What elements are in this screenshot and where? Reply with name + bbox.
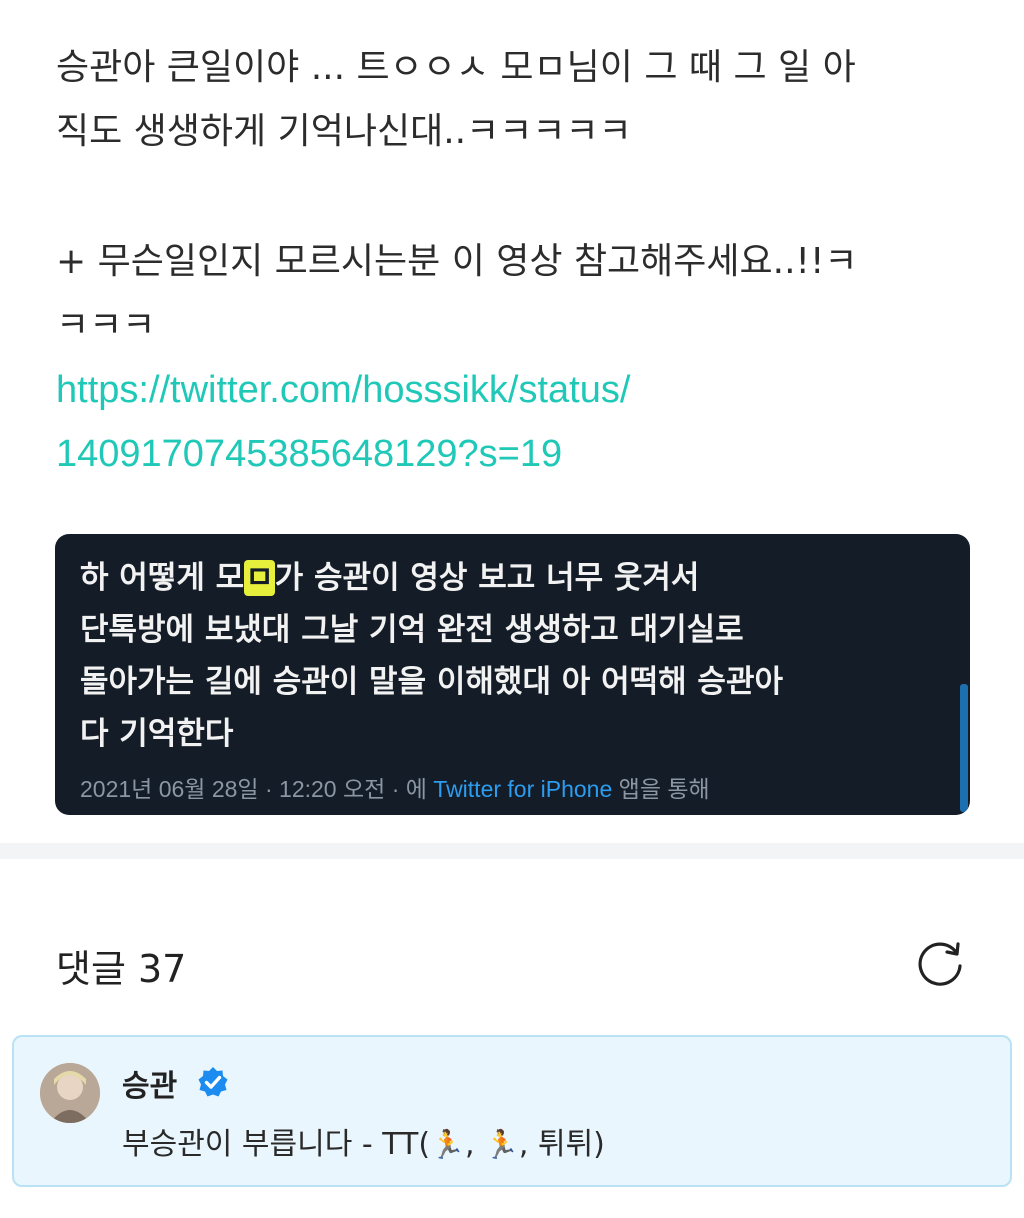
post-text-line: 승관아 큰일이야 ... 트ㅇㅇㅅ 모ㅁ님이 그 때 그 일 아 — [56, 47, 856, 88]
comment-item[interactable]: 승관 부승관이 부릅니다 - TT(🏃, 🏃, 튀튀) — [12, 1035, 1012, 1187]
section-divider — [0, 843, 1024, 859]
comment-text-part: 부승관이 부릅니다 - TT( — [122, 1127, 431, 1162]
comment-text-part: , 튀튀) — [518, 1127, 605, 1162]
highlighted-char: ㅁ — [244, 560, 275, 596]
verified-badge-icon — [198, 1067, 228, 1097]
tweet-line-part: 하 어떻게 모 — [80, 560, 245, 596]
comment-author[interactable]: 승관 — [122, 1061, 177, 1105]
comment-text: 부승관이 부릅니다 - TT(🏃, 🏃, 튀튀) — [122, 1119, 605, 1163]
comments-count-title: 댓글 37 — [56, 947, 187, 991]
tweet-line: 다 기억한다 — [80, 716, 234, 752]
avatar-image — [40, 1063, 100, 1123]
tweet-line: 하 어떻게 모ㅁ가 승관이 영상 보고 너무 웃겨서 — [80, 552, 950, 604]
refresh-icon — [918, 942, 962, 986]
embed-scrollbar — [960, 684, 968, 812]
tweet-line: 단톡방에 보냈대 그날 기억 완전 생생하고 대기실로 — [80, 612, 744, 648]
comment-text-part: , — [464, 1127, 485, 1162]
refresh-button[interactable] — [914, 936, 968, 990]
post-body: 승관아 큰일이야 ... 트ㅇㅇㅅ 모ㅁ님이 그 때 그 일 아 직도 생생하게… — [56, 36, 976, 486]
tweet-meta: 2021년 06월 28일 · 12:20 오전 · 에 Twitter for… — [80, 770, 710, 804]
tweet-embed-image[interactable]: 하 어떻게 모ㅁ가 승관이 영상 보고 너무 웃겨서 단톡방에 보냈대 그날 기… — [55, 534, 970, 815]
running-person-emoji: 🏃 — [484, 1128, 519, 1161]
tweet-line: 돌아가는 길에 승관이 말을 이해했대 아 어떡해 승관아 — [80, 664, 783, 700]
tweet-timestamp: 2021년 06월 28일 · 12:20 오전 · 에 — [80, 776, 434, 802]
tweet-meta-suffix: 앱을 통해 — [612, 776, 710, 802]
avatar[interactable] — [40, 1063, 100, 1123]
tweet-embed-text: 하 어떻게 모ㅁ가 승관이 영상 보고 너무 웃겨서 단톡방에 보냈대 그날 기… — [80, 552, 950, 760]
running-person-emoji: 🏃 — [430, 1128, 465, 1161]
tweet-line-part: 가 승관이 영상 보고 너무 웃겨서 — [274, 560, 700, 596]
comments-header: 댓글 37 — [56, 930, 968, 1000]
tweet-via-app: Twitter for iPhone — [433, 776, 613, 802]
post-text-line: + 무슨일인지 모르시는분 이 영상 참고해주세요..!!ㅋ — [56, 241, 858, 282]
twitter-link-part: 1409170745385648129?s=19 — [56, 433, 563, 475]
twitter-link-part: https://twitter.com/hosssikk/status/ — [56, 369, 631, 411]
post-text-line: ㅋㅋㅋ — [56, 305, 156, 346]
twitter-link[interactable]: https://twitter.com/hosssikk/status/ 140… — [56, 358, 976, 486]
post-text-line: 직도 생생하게 기억나신대..ㅋㅋㅋㅋㅋ — [56, 111, 632, 152]
